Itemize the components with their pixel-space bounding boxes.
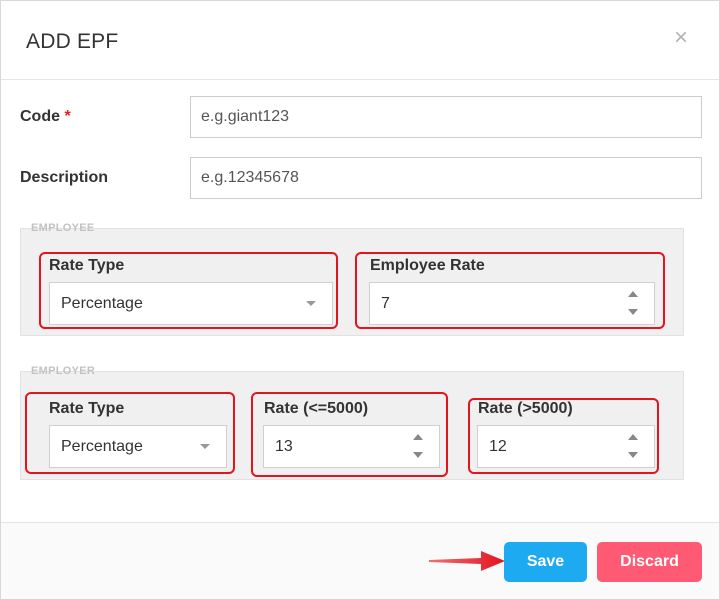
employee-rate-value: 7 (381, 295, 390, 312)
description-label: Description (20, 169, 109, 186)
employee-rate-type-value: Percentage (61, 295, 143, 312)
code-label-text: Code (20, 108, 60, 125)
rate-gt-5000-input[interactable]: 12 (477, 425, 655, 468)
spin-up-icon[interactable] (413, 434, 423, 440)
code-label: Code * (20, 108, 71, 126)
spin-down-icon[interactable] (413, 452, 423, 458)
rate-le-5000-value: 13 (275, 438, 293, 455)
employee-rate-type-label: Rate Type (49, 257, 125, 274)
rate-gt-5000-label: Rate (>5000) (478, 400, 573, 417)
red-arrow-icon (429, 551, 505, 571)
spin-down-icon[interactable] (628, 452, 638, 458)
spin-down-icon[interactable] (628, 309, 638, 315)
employee-rate-label: Employee Rate (370, 257, 485, 274)
employee-section-title: EMPLOYEE (31, 222, 95, 234)
employer-section-title: EMPLOYER (31, 365, 96, 377)
required-mark: * (64, 108, 71, 125)
modal-title: ADD EPF (26, 30, 119, 53)
spin-up-icon[interactable] (628, 434, 638, 440)
rate-le-5000-label: Rate (<=5000) (264, 400, 369, 417)
chevron-down-icon (306, 301, 316, 306)
employee-rate-type-select[interactable]: Percentage (49, 282, 333, 325)
description-input[interactable] (190, 157, 702, 199)
employee-rate-input[interactable]: 7 (369, 282, 655, 325)
discard-button[interactable]: Discard (597, 542, 702, 582)
spin-up-icon[interactable] (628, 291, 638, 297)
rate-le-5000-input[interactable]: 13 (263, 425, 440, 468)
modal-header: ADD EPF × (1, 1, 719, 80)
rate-gt-5000-value: 12 (489, 438, 507, 455)
add-epf-modal: ADD EPF × Code * Description EMPLOYEE Ra… (0, 0, 720, 599)
close-icon[interactable]: × (670, 26, 692, 50)
employer-rate-type-select[interactable]: Percentage (49, 425, 227, 468)
code-input[interactable] (190, 96, 702, 138)
employer-rate-type-label: Rate Type (49, 400, 125, 417)
employer-rate-type-value: Percentage (61, 438, 143, 455)
save-button[interactable]: Save (504, 542, 587, 582)
chevron-down-icon (200, 444, 210, 449)
